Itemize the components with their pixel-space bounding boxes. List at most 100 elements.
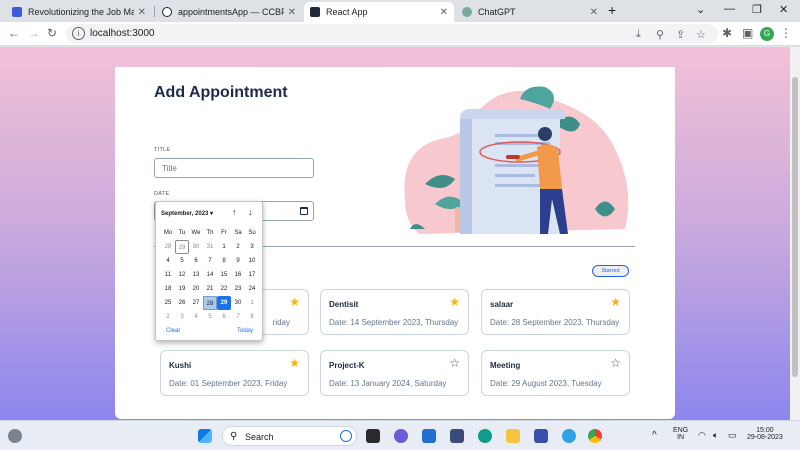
taskbar-search[interactable]: ⚲ Search bbox=[222, 426, 357, 446]
calendar-day[interactable]: 6 bbox=[217, 310, 231, 324]
appointment-card[interactable]: Dentisit Date: 14 September 2023, Thursd… bbox=[320, 289, 469, 335]
calendar-day[interactable]: 10 bbox=[245, 254, 259, 268]
chrome-icon[interactable] bbox=[588, 429, 602, 443]
tab-react-app[interactable]: React App ✕ bbox=[304, 2, 454, 22]
calendar-day-selected[interactable]: 29 bbox=[217, 296, 231, 310]
calendar-day[interactable]: 31 bbox=[203, 240, 217, 254]
calendar-day[interactable]: 4 bbox=[161, 254, 175, 268]
calendar-day[interactable]: 3 bbox=[245, 240, 259, 254]
calendar-day[interactable]: 27 bbox=[189, 296, 203, 310]
page-scrollbar[interactable] bbox=[790, 47, 800, 420]
menu-kebab-icon[interactable]: ⋮ bbox=[780, 26, 792, 40]
month-year-selector[interactable]: September, 2023 ▾ bbox=[161, 210, 213, 217]
calendar-day[interactable]: 6 bbox=[189, 254, 203, 268]
calendar-day[interactable]: 2 bbox=[161, 310, 175, 324]
calendar-day[interactable]: 23 bbox=[231, 282, 245, 296]
calendar-day[interactable]: 2 bbox=[231, 240, 245, 254]
calendar-day-today[interactable]: 29 bbox=[175, 240, 189, 254]
title-input[interactable] bbox=[154, 158, 314, 178]
new-tab-icon[interactable]: + bbox=[608, 2, 616, 18]
appointment-card[interactable]: salaar Date: 28 September 2023, Thursday… bbox=[481, 289, 630, 335]
star-outline-icon[interactable]: ☆ bbox=[610, 357, 621, 369]
chevron-up-icon[interactable]: ^ bbox=[652, 430, 657, 441]
edge-icon[interactable] bbox=[478, 429, 492, 443]
bookmark-star-icon[interactable]: ☆ bbox=[696, 28, 706, 41]
calendar-day[interactable]: 11 bbox=[161, 268, 175, 282]
calendar-day[interactable]: 7 bbox=[231, 310, 245, 324]
calendar-day-hovered[interactable]: 28 bbox=[203, 296, 217, 310]
calendar-day[interactable]: 26 bbox=[175, 296, 189, 310]
language-indicator[interactable]: ENG IN bbox=[673, 427, 688, 441]
appointment-card[interactable]: Project-K Date: 13 January 2024, Saturda… bbox=[320, 350, 469, 396]
calendar-day[interactable]: 17 bbox=[245, 268, 259, 282]
address-bar[interactable]: i localhost:3000 ⤓ ⚲ ⇪ ☆ bbox=[66, 24, 718, 44]
tab-job-market[interactable]: Revolutionizing the Job Market | ✕ bbox=[6, 2, 152, 22]
extensions-icon[interactable]: ✱ bbox=[722, 26, 732, 40]
battery-icon[interactable]: ▭ bbox=[728, 430, 737, 441]
store-icon[interactable] bbox=[450, 429, 464, 443]
calendar-day[interactable]: 1 bbox=[217, 240, 231, 254]
chevron-down-icon[interactable]: ⌄ bbox=[696, 3, 705, 16]
calendar-day[interactable]: 18 bbox=[161, 282, 175, 296]
app-icon[interactable] bbox=[534, 429, 548, 443]
reload-icon[interactable]: ↻ bbox=[47, 26, 57, 40]
calendar-today-button[interactable]: Today bbox=[237, 328, 253, 334]
clock[interactable]: 15:00 29-08-2023 bbox=[747, 427, 783, 441]
wifi-icon[interactable]: ◠ bbox=[698, 430, 706, 441]
share-icon[interactable]: ⇪ bbox=[676, 28, 685, 41]
calendar-day[interactable]: 25 bbox=[161, 296, 175, 310]
file-explorer-icon[interactable] bbox=[506, 429, 520, 443]
scrollbar-thumb[interactable] bbox=[792, 77, 798, 377]
calendar-clear-button[interactable]: Clear bbox=[166, 328, 180, 334]
calendar-day[interactable]: 16 bbox=[231, 268, 245, 282]
appointment-card[interactable]: Meeting Date: 29 August 2023, Tuesday ☆ bbox=[481, 350, 630, 396]
calendar-day[interactable]: 24 bbox=[245, 282, 259, 296]
calendar-day[interactable]: 21 bbox=[203, 282, 217, 296]
task-view-icon[interactable] bbox=[366, 429, 380, 443]
calendar-day[interactable]: 30 bbox=[189, 240, 203, 254]
back-icon[interactable]: ← bbox=[8, 26, 20, 40]
restore-icon[interactable]: ❐ bbox=[752, 3, 762, 16]
calendar-day[interactable]: 15 bbox=[217, 268, 231, 282]
star-filled-icon[interactable]: ★ bbox=[610, 296, 621, 308]
calendar-day[interactable]: 19 bbox=[175, 282, 189, 296]
star-outline-icon[interactable]: ☆ bbox=[449, 357, 460, 369]
calendar-day[interactable]: 9 bbox=[231, 254, 245, 268]
close-icon[interactable]: ✕ bbox=[138, 7, 146, 18]
tab-chatgpt[interactable]: ChatGPT ✕ bbox=[456, 2, 604, 22]
calendar-day[interactable]: 12 bbox=[175, 268, 189, 282]
star-filled-icon[interactable]: ★ bbox=[449, 296, 460, 308]
calendar-day[interactable]: 5 bbox=[175, 254, 189, 268]
close-window-icon[interactable]: ✕ bbox=[779, 3, 788, 16]
calendar-day[interactable]: 1 bbox=[245, 296, 259, 310]
calendar-icon[interactable] bbox=[300, 207, 308, 215]
volume-icon[interactable]: 🔈︎ bbox=[713, 430, 718, 441]
windows-start-icon[interactable] bbox=[198, 429, 212, 443]
tab-appointments-ide[interactable]: appointmentsApp — CCBP IDE ✕ bbox=[156, 2, 302, 22]
calendar-day[interactable]: 22 bbox=[217, 282, 231, 296]
calendar-day[interactable]: 8 bbox=[217, 254, 231, 268]
forward-icon[interactable]: → bbox=[28, 26, 40, 40]
starred-filter-button[interactable]: Starred bbox=[592, 265, 629, 277]
calendar-day[interactable]: 5 bbox=[203, 310, 217, 324]
install-icon[interactable]: ⤓ bbox=[636, 28, 641, 41]
calendar-day[interactable]: 7 bbox=[203, 254, 217, 268]
close-icon[interactable]: ✕ bbox=[440, 7, 448, 18]
appointment-card[interactable]: Kushi Date: 01 September 2023, Friday ★ bbox=[160, 350, 309, 396]
mail-icon[interactable] bbox=[422, 429, 436, 443]
calendar-day[interactable]: 30 bbox=[231, 296, 245, 310]
side-panel-icon[interactable]: ▣ bbox=[742, 26, 753, 40]
arrow-down-icon[interactable]: ↓ bbox=[248, 207, 253, 217]
close-icon[interactable]: ✕ bbox=[288, 7, 296, 18]
zoom-icon[interactable]: ⚲ bbox=[656, 28, 664, 41]
calendar-day[interactable]: 4 bbox=[189, 310, 203, 324]
chat-icon[interactable] bbox=[394, 429, 408, 443]
weather-icon[interactable] bbox=[8, 429, 22, 443]
minimize-icon[interactable]: — bbox=[724, 3, 735, 15]
profile-avatar[interactable]: G bbox=[760, 27, 774, 41]
site-info-icon[interactable]: i bbox=[72, 27, 85, 40]
calendar-day[interactable]: 8 bbox=[245, 310, 259, 324]
calendar-day[interactable]: 3 bbox=[175, 310, 189, 324]
star-filled-icon[interactable]: ★ bbox=[289, 357, 300, 369]
calendar-day[interactable]: 28 bbox=[161, 240, 175, 254]
